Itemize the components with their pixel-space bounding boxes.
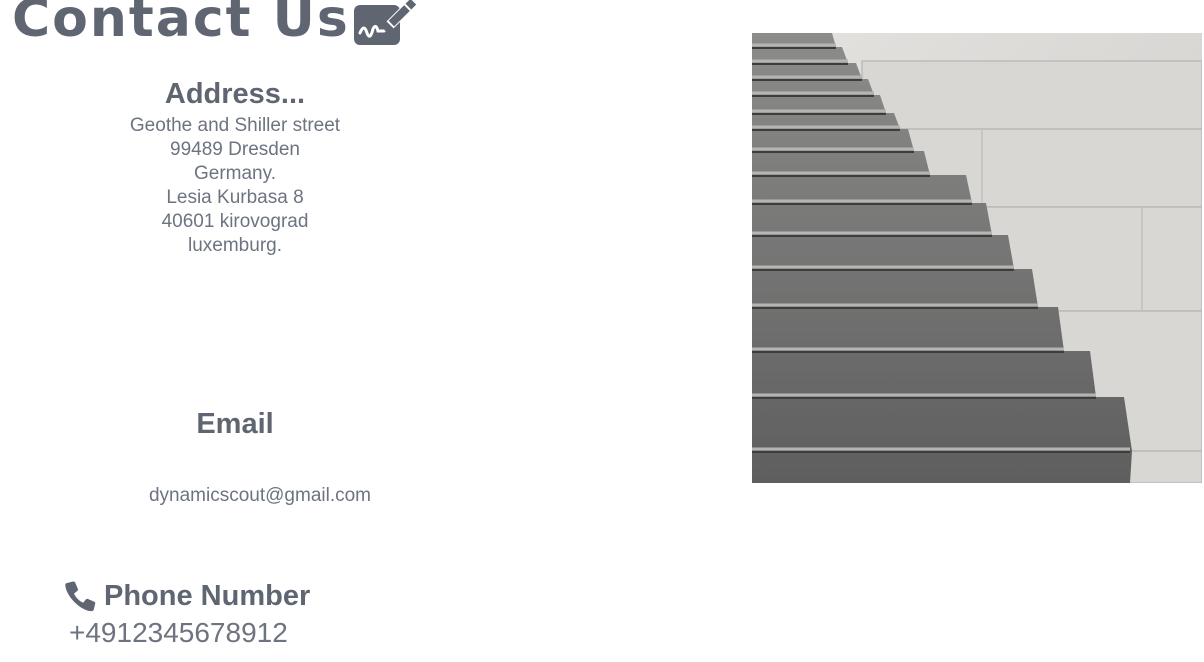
staircase-illustration xyxy=(752,33,1202,483)
phone-heading: Phone Number xyxy=(64,578,310,614)
email-section: Email xyxy=(0,406,470,442)
address-line: 40601 kirovograd xyxy=(161,211,309,232)
signature-edit-icon xyxy=(352,0,422,49)
address-line: Lesia Kurbasa 8 xyxy=(166,187,304,208)
staircase-photo xyxy=(752,33,1202,483)
phone-heading-text: Phone Number xyxy=(104,580,311,612)
address-line: luxemburg. xyxy=(188,235,282,256)
phone-number: +4912345678912 xyxy=(69,617,288,648)
email-address: dynamicscout@gmail.com xyxy=(148,485,372,506)
address-line: Geothe and Shiller street xyxy=(129,115,341,136)
page-title: Contact Us xyxy=(12,0,422,52)
address-line: Germany. xyxy=(193,163,276,184)
email-heading: Email xyxy=(196,408,274,440)
address-section: Address... Geothe and Shiller street 994… xyxy=(0,76,470,258)
page-title-text: Contact Us xyxy=(12,0,350,49)
contact-page: Contact Us Address... Geothe and Shiller… xyxy=(0,0,1204,662)
address-lines: Geothe and Shiller street 99489 Dresden … xyxy=(0,114,470,258)
address-line: 99489 Dresden xyxy=(170,139,300,160)
phone-icon xyxy=(64,580,96,612)
address-heading: Address... xyxy=(164,78,306,110)
